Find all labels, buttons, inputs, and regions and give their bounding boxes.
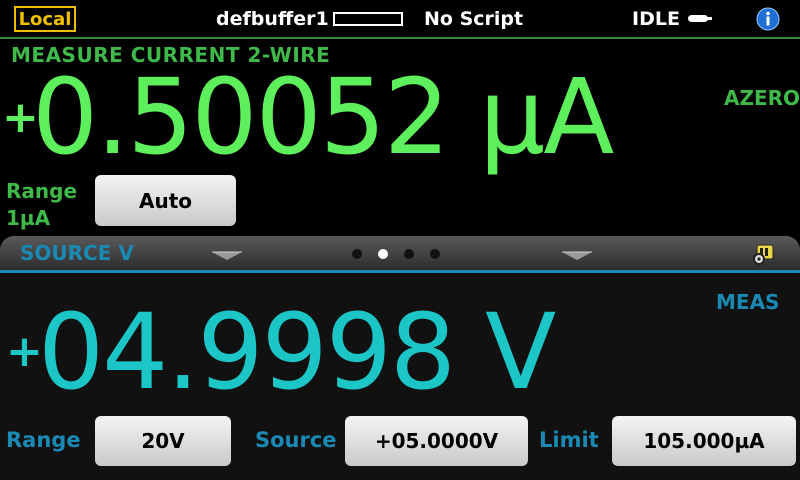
trigger-state[interactable]: IDLE xyxy=(632,8,680,30)
measure-range-label: Range 1µA xyxy=(6,178,77,232)
local-button[interactable]: Local xyxy=(14,6,76,32)
page-dot[interactable] xyxy=(352,249,362,259)
measure-reading: 0.50052 µA xyxy=(32,56,614,178)
meas-indicator: MEAS xyxy=(716,290,780,314)
source-level-button[interactable]: +05.0000V xyxy=(345,416,528,466)
limit-label: Limit xyxy=(539,428,599,452)
buffer-name[interactable]: defbuffer1 xyxy=(216,8,329,30)
idle-indicator-icon xyxy=(688,15,712,22)
page-dot[interactable] xyxy=(430,249,440,259)
source-level-label: Source xyxy=(255,428,337,452)
source-range-label: Range xyxy=(6,428,81,452)
script-name[interactable]: No Script xyxy=(424,8,523,30)
limit-button[interactable]: 105.000µA xyxy=(612,416,796,466)
source-reading: 04.9998 V xyxy=(38,291,556,413)
range-label-text: Range xyxy=(6,179,78,203)
range-value-text: 1µA xyxy=(6,206,51,230)
settings-icon[interactable] xyxy=(751,244,775,266)
status-divider xyxy=(0,37,800,39)
source-function-title[interactable]: SOURCE V xyxy=(20,241,134,265)
source-range-button[interactable]: 20V xyxy=(95,416,231,466)
azero-indicator: AZERO xyxy=(724,86,800,110)
swipe-handle-icon[interactable] xyxy=(562,251,592,261)
swipe-handle-icon[interactable] xyxy=(212,251,242,261)
page-dot-active[interactable] xyxy=(378,249,388,259)
info-icon[interactable] xyxy=(756,7,780,31)
page-dot[interactable] xyxy=(404,249,414,259)
buffer-fill-indicator[interactable] xyxy=(333,12,403,26)
measure-range-button[interactable]: Auto xyxy=(95,175,236,226)
